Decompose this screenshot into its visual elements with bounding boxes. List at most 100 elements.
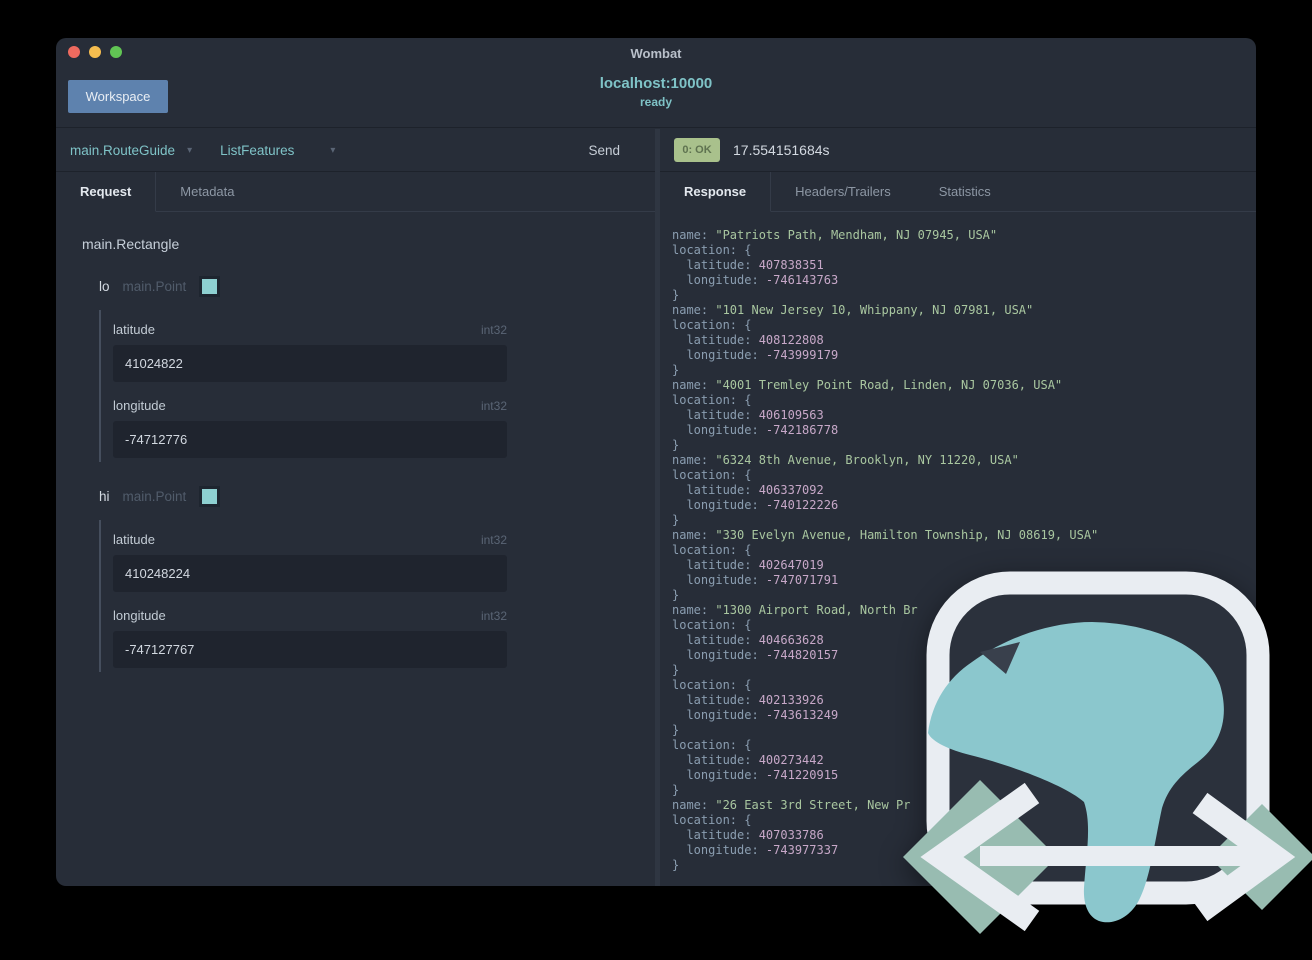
- tab-metadata[interactable]: Metadata: [156, 172, 259, 212]
- response-line: }: [672, 588, 680, 602]
- service-select[interactable]: main.RouteGuide ▾: [70, 143, 192, 158]
- request-panel: main.RouteGuide ▾ ListFeatures ▾ Send Re…: [56, 129, 655, 886]
- tab-request[interactable]: Request: [56, 172, 157, 212]
- response-line: name: "Patriots Path, Mendham, NJ 07945,…: [672, 228, 998, 242]
- response-line: longitude: -740122226: [672, 498, 839, 512]
- duration-label: 17.554151684s: [733, 142, 830, 158]
- response-line: name: "6324 8th Avenue, Brooklyn, NY 112…: [672, 453, 1019, 467]
- field-label: latitude: [113, 532, 155, 547]
- response-line: longitude: -742186778: [672, 423, 839, 437]
- response-panel: 0: OK 17.554151684s Response Headers/Tra…: [660, 129, 1256, 886]
- response-line: latitude: 407033786: [672, 828, 824, 842]
- group-field-name: lo: [99, 279, 110, 294]
- method-select-value: ListFeatures: [220, 142, 295, 158]
- response-line: latitude: 404663628: [672, 633, 824, 647]
- tabbar-filler: [258, 172, 655, 212]
- field-label: longitude: [113, 398, 166, 413]
- close-window-icon[interactable]: [68, 46, 80, 58]
- field-group-hi: hi main.Point latitude int32 410248224 l…: [99, 486, 641, 672]
- response-line: location: {: [672, 618, 752, 632]
- response-line: location: {: [672, 468, 752, 482]
- request-tabbar: Request Metadata: [56, 172, 655, 212]
- response-line: }: [672, 663, 680, 677]
- response-line: latitude: 402133926: [672, 693, 824, 707]
- response-line: longitude: -744820157: [672, 648, 839, 662]
- field-type: int32: [480, 533, 507, 547]
- group-field-name: hi: [99, 489, 110, 504]
- response-toolbar: 0: OK 17.554151684s: [660, 129, 1256, 172]
- lo-enabled-checkbox[interactable]: [199, 276, 221, 297]
- hi-longitude-input[interactable]: [113, 631, 507, 668]
- hi-enabled-checkbox[interactable]: [199, 486, 221, 507]
- request-toolbar: main.RouteGuide ▾ ListFeatures ▾ Send: [56, 129, 655, 172]
- tab-response[interactable]: Response: [660, 172, 772, 212]
- response-output[interactable]: name: "Patriots Path, Mendham, NJ 07945,…: [660, 212, 1256, 873]
- response-line: }: [672, 783, 680, 797]
- field-lo-longitude: longitude int32: [113, 382, 641, 462]
- response-line: longitude: -746143763: [672, 273, 839, 287]
- request-form: main.Rectangle lo main.Point latitude in…: [56, 236, 655, 672]
- service-select-value: main.RouteGuide: [70, 142, 176, 158]
- tabbar-filler: [1014, 172, 1256, 212]
- response-line: longitude: -741220915: [672, 768, 839, 782]
- response-line: }: [672, 858, 680, 872]
- response-line: location: {: [672, 678, 752, 692]
- response-line: }: [672, 723, 680, 737]
- field-hi-longitude: longitude int32: [113, 592, 641, 672]
- response-line: }: [672, 438, 680, 452]
- lo-latitude-input[interactable]: [113, 345, 507, 382]
- method-select[interactable]: ListFeatures ▾: [220, 143, 335, 158]
- server-status: ready: [639, 95, 673, 109]
- tab-headers-trailers[interactable]: Headers/Trailers: [771, 172, 915, 212]
- wombat-window: Wombat Workspace localhost:10000 ready m…: [56, 38, 1256, 886]
- field-lo-latitude: latitude int32: [113, 310, 641, 382]
- chevron-down-icon: ▾: [330, 144, 336, 156]
- message-type-label: main.Rectangle: [82, 236, 180, 252]
- chevron-down-icon: ▾: [187, 144, 193, 156]
- response-line: latitude: 406337092: [672, 483, 824, 497]
- titlebar: Wombat: [56, 38, 1256, 66]
- lo-longitude-input[interactable]: [113, 421, 507, 458]
- response-line: name: "330 Evelyn Avenue, Hamilton Towns…: [672, 528, 1099, 542]
- response-line: latitude: 408122808: [672, 333, 824, 347]
- hi-latitude-input[interactable]: [113, 555, 507, 592]
- response-line: latitude: 406109563: [672, 408, 824, 422]
- field-group-lo: lo main.Point latitude int32 41024822 lo…: [99, 276, 641, 462]
- response-line: name: "4001 Tremley Point Road, Linden, …: [672, 378, 1063, 392]
- minimize-window-icon[interactable]: [89, 46, 101, 58]
- send-button[interactable]: Send: [588, 143, 620, 158]
- field-type: int32: [480, 609, 507, 623]
- response-tabbar: Response Headers/Trailers Statistics: [660, 172, 1256, 212]
- status-badge: 0: OK: [674, 138, 720, 162]
- header: Workspace localhost:10000 ready: [56, 66, 1256, 128]
- response-line: name: "101 New Jersey 10, Whippany, NJ 0…: [672, 303, 1034, 317]
- response-line: latitude: 407838351: [672, 258, 824, 272]
- response-line: name: "1300 Airport Road, North Br: [672, 603, 918, 617]
- group-field-type: main.Point: [122, 489, 187, 504]
- group-field-type: main.Point: [122, 279, 187, 294]
- response-line: location: {: [672, 318, 752, 332]
- response-line: location: {: [672, 738, 752, 752]
- response-line: longitude: -743613249: [672, 708, 839, 722]
- response-line: longitude: -743977337: [672, 843, 839, 857]
- response-line: location: {: [672, 243, 752, 257]
- response-line: longitude: -747071791: [672, 573, 839, 587]
- server-info: localhost:10000 ready: [56, 75, 1256, 109]
- response-line: location: {: [672, 543, 752, 557]
- field-hi-latitude: latitude int32: [113, 520, 641, 592]
- field-label: latitude: [113, 322, 155, 337]
- response-line: location: {: [672, 813, 752, 827]
- field-type: int32: [480, 399, 507, 413]
- server-address: localhost:10000: [599, 75, 713, 92]
- response-line: name: "26 East 3rd Street, New Pr: [672, 798, 911, 812]
- field-type: int32: [480, 323, 507, 337]
- response-line: location: {: [672, 393, 752, 407]
- field-label: longitude: [113, 608, 166, 623]
- response-line: longitude: -743999179: [672, 348, 839, 362]
- response-line: latitude: 402647019: [672, 558, 824, 572]
- response-line: }: [672, 288, 680, 302]
- response-line: }: [672, 363, 680, 377]
- response-line: latitude: 400273442: [672, 753, 824, 767]
- tab-statistics[interactable]: Statistics: [914, 172, 1015, 212]
- zoom-window-icon[interactable]: [110, 46, 122, 58]
